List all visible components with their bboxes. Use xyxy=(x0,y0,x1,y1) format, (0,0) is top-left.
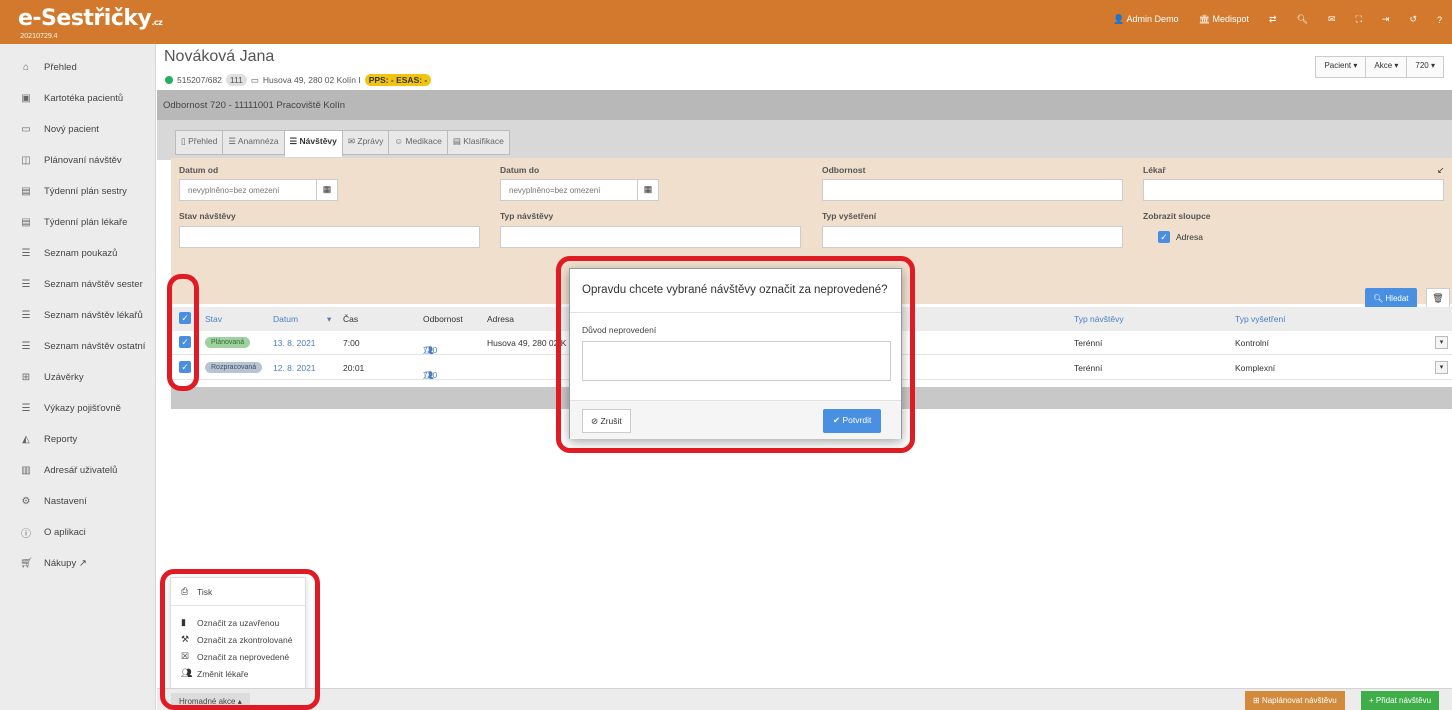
tab-medication[interactable]: ☺ Medikace xyxy=(388,130,448,155)
add-visit-button[interactable]: + Přidat návštěvu xyxy=(1361,691,1440,710)
sidebar-item-vouchers[interactable]: ☰ Seznam poukazů xyxy=(0,238,155,269)
search-icon[interactable]: 🔍︎ xyxy=(1297,14,1308,25)
play-icon[interactable] xyxy=(165,76,173,84)
list-icon: ☰ xyxy=(21,403,31,414)
exam-type-select[interactable] xyxy=(822,226,1123,248)
tab-overview[interactable]: ▯ Přehled xyxy=(175,130,224,155)
visit-type-select[interactable] xyxy=(500,226,801,248)
status-badge: Plánovaná xyxy=(205,337,251,348)
collapse-icon[interactable]: ↙ xyxy=(1437,165,1445,176)
sidebar-item-overview[interactable]: ⌂ Přehled xyxy=(0,52,155,83)
pps-badge: PPS: - ESAS: - xyxy=(364,74,432,86)
sidebar-item-nurse-visits[interactable]: ☰ Seznam návštěv sester xyxy=(0,269,155,300)
date-to-input[interactable]: nevyplněno=bez omezení xyxy=(500,179,638,201)
calendar-icon: ▤ xyxy=(21,217,31,228)
sidebar-item-new-patient[interactable]: ▭ Nový pacient xyxy=(0,114,155,145)
bulk-menu-highlight xyxy=(160,569,320,710)
app-logo[interactable]: e-Sestřičky.cz 20210729.4 xyxy=(18,6,163,40)
row-menu-button[interactable]: ▾ xyxy=(1435,336,1448,349)
calendar-icon: ▤ xyxy=(21,186,31,197)
chart-icon: ◭ xyxy=(22,434,30,445)
row-menu-button[interactable]: ▾ xyxy=(1435,361,1448,374)
home-icon: ⌂ xyxy=(22,62,30,73)
sidebar-item-about[interactable]: ⓘ O aplikaci xyxy=(0,517,155,548)
sidebar-item-user-directory[interactable]: ▥ Adresář uživatelů xyxy=(0,455,155,486)
code-menu-button[interactable]: 720 ▾ xyxy=(1406,56,1444,78)
list-icon: ☰ xyxy=(21,341,31,352)
tab-anamnesis[interactable]: ☰ Anamnéza xyxy=(222,130,285,155)
list-icon: ☰ xyxy=(21,279,31,290)
plan-visit-button[interactable]: ⊞ Naplánovat návštěvu xyxy=(1245,691,1345,710)
calendar-icon[interactable]: ▦ xyxy=(637,179,659,201)
specialty-select[interactable] xyxy=(822,179,1123,201)
sidebar-item-other-visits[interactable]: ☰ Seznam návštěv ostatní xyxy=(0,331,155,362)
department-bar: Odbornost 720 - 11111001 Pracoviště Kolí… xyxy=(157,90,1452,120)
cart-icon: 🛒︎ xyxy=(20,558,33,569)
plus-square-icon: ⊞ xyxy=(1253,696,1260,705)
grid-icon: ⊞ xyxy=(21,372,31,383)
top-nav: 👤 Admin Demo 🏛 Medispot ⇄ 🔍︎ ✉ ⛶ ⇥ ↺ ? xyxy=(1113,14,1442,25)
sidebar-item-settings[interactable]: ⚙ Nastavení xyxy=(0,486,155,517)
patient-menu-button[interactable]: Pacient ▾ xyxy=(1315,56,1367,78)
logout-icon[interactable]: ⇥ xyxy=(1382,14,1390,25)
app-version: 20210729.4 xyxy=(20,32,58,40)
external-link-icon: ↗ xyxy=(78,558,87,569)
sidebar-item-purchases[interactable]: 🛒︎ Nákupy ↗ xyxy=(0,548,155,579)
mail-icon[interactable]: ✉ xyxy=(1328,14,1336,25)
patient-name: Nováková Jana xyxy=(164,48,275,65)
sidebar-item-insurance-reports[interactable]: ☰ Výkazy pojišťovně xyxy=(0,393,155,424)
actions-menu-button[interactable]: Akce ▾ xyxy=(1365,56,1408,78)
card-icon: ▣ xyxy=(21,93,31,104)
patient-address: Husova 49, 280 02 Kolín I xyxy=(262,75,361,85)
sidebar-item-doctor-week[interactable]: ▤ Týdenní plán lékaře xyxy=(0,207,155,238)
sidebar-item-visit-planning[interactable]: ◫ Plánovaní návštěv xyxy=(0,145,155,176)
checkbox-checked-icon[interactable]: ✓ xyxy=(1158,231,1170,243)
tab-messages[interactable]: ✉ Zprávy xyxy=(341,130,390,155)
history-icon[interactable]: ↺ xyxy=(1409,14,1417,25)
address-column-toggle[interactable]: ✓ Adresa xyxy=(1158,231,1203,243)
gears-icon: ⚙ xyxy=(21,496,31,507)
patient-id: 515207/682 xyxy=(177,75,222,85)
insurance-badge: 111 xyxy=(225,74,247,86)
sidebar-item-closures[interactable]: ⊞ Uzávěrky xyxy=(0,362,155,393)
user-menu[interactable]: 👤 Admin Demo xyxy=(1113,14,1178,25)
header-buttons: Pacient ▾ Akce ▾ 720 ▾ xyxy=(1315,56,1444,78)
tab-bar: ▯ Přehled ☰ Anamnéza ☰ Návštěvy ✉ Zprávy… xyxy=(175,130,510,157)
list-icon: ☰ xyxy=(21,310,31,321)
visit-state-select[interactable] xyxy=(179,226,480,248)
sidebar-item-nurse-week[interactable]: ▤ Týdenní plán sestry xyxy=(0,176,155,207)
info-icon: ⓘ xyxy=(21,529,31,540)
sidebar-item-patient-records[interactable]: ▣ Kartotéka pacientů xyxy=(0,83,155,114)
fullscreen-icon[interactable]: ⛶ xyxy=(1356,14,1362,25)
checkbox-highlight xyxy=(167,274,199,391)
id-card-icon: ▭ xyxy=(21,124,31,135)
patient-info: 515207/682 111 ▭ Husova 49, 280 02 Kolín… xyxy=(165,74,432,86)
sidebar-item-reports[interactable]: ◭ Reporty xyxy=(0,424,155,455)
map-icon: ◫ xyxy=(21,155,31,166)
org-menu[interactable]: 🏛 Medispot xyxy=(1199,14,1249,25)
tab-visits[interactable]: ☰ Návštěvy xyxy=(283,130,343,157)
tab-classification[interactable]: ▤ Klasifikace xyxy=(446,130,510,155)
status-badge: Rozpracovaná xyxy=(205,362,263,373)
calendar-icon[interactable]: ▦ xyxy=(316,179,338,201)
bed-icon: ▭ xyxy=(250,74,259,85)
sidebar-item-doctor-visits[interactable]: ☰ Seznam návštěv lékařů xyxy=(0,300,155,331)
dialog-highlight xyxy=(556,256,915,453)
sort-desc-icon[interactable]: ▾ xyxy=(327,314,331,325)
sidebar: ⌂ Přehled ▣ Kartotéka pacientů ▭ Nový pacie… xyxy=(0,44,156,710)
exchange-icon[interactable]: ⇄ xyxy=(1269,14,1277,25)
date-from-input[interactable]: nevyplněno=bez omezení xyxy=(179,179,317,201)
help-icon[interactable]: ? xyxy=(1437,15,1442,25)
bottom-bar: Hromadné akce ▴ ⊞ Naplánovat návštěvu + … xyxy=(157,688,1452,710)
book-icon: ▥ xyxy=(21,465,31,476)
top-bar: e-Sestřičky.cz 20210729.4 👤 Admin Demo 🏛… xyxy=(0,0,1452,44)
list-icon: ☰ xyxy=(21,248,31,259)
doctor-select[interactable] xyxy=(1143,179,1444,201)
